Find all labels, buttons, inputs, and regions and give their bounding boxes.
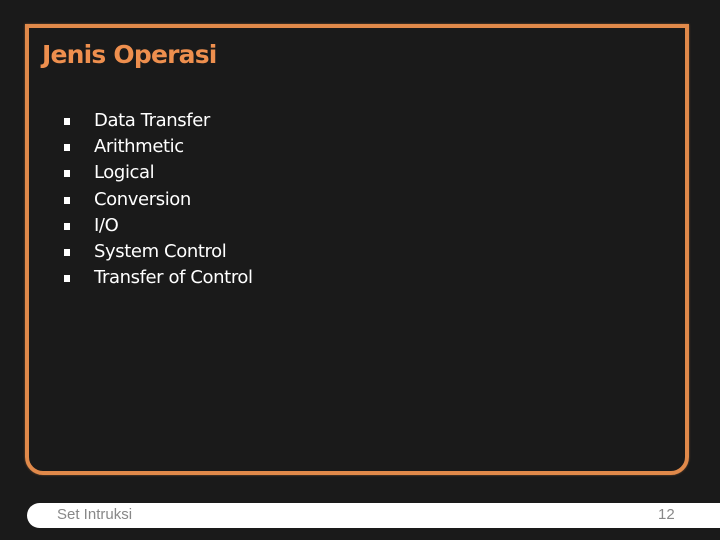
list-item-label: System Control — [94, 241, 227, 263]
list-item-label: Transfer of Control — [94, 267, 253, 289]
page-number: 12 — [658, 506, 675, 523]
footer-bar: Set Intruksi 12 — [27, 503, 720, 528]
list-item-label: Arithmetic — [94, 135, 184, 157]
footer-title: Set Intruksi — [57, 506, 133, 523]
list-item: Arithmetic — [64, 133, 253, 159]
square-bullet-icon — [64, 249, 70, 257]
list-item: Conversion — [64, 186, 253, 212]
list-item: I/O — [64, 212, 253, 238]
list-item: Data Transfer — [64, 107, 253, 133]
square-bullet-icon — [64, 275, 70, 283]
square-bullet-icon — [64, 222, 70, 230]
list-item-label: Conversion — [94, 188, 191, 210]
list-item: Transfer of Control — [64, 265, 253, 291]
list-item-label: Logical — [94, 162, 155, 184]
bullet-list: Data Transfer Arithmetic Logical Convers… — [64, 107, 253, 291]
slide-title: Jenis Operasi — [42, 40, 217, 69]
square-bullet-icon — [64, 117, 70, 125]
list-item: Logical — [64, 160, 253, 186]
list-item: System Control — [64, 238, 253, 264]
list-item-label: Data Transfer — [94, 109, 210, 131]
square-bullet-icon — [64, 143, 70, 151]
square-bullet-icon — [64, 196, 70, 204]
square-bullet-icon — [64, 170, 70, 178]
list-item-label: I/O — [94, 214, 119, 236]
